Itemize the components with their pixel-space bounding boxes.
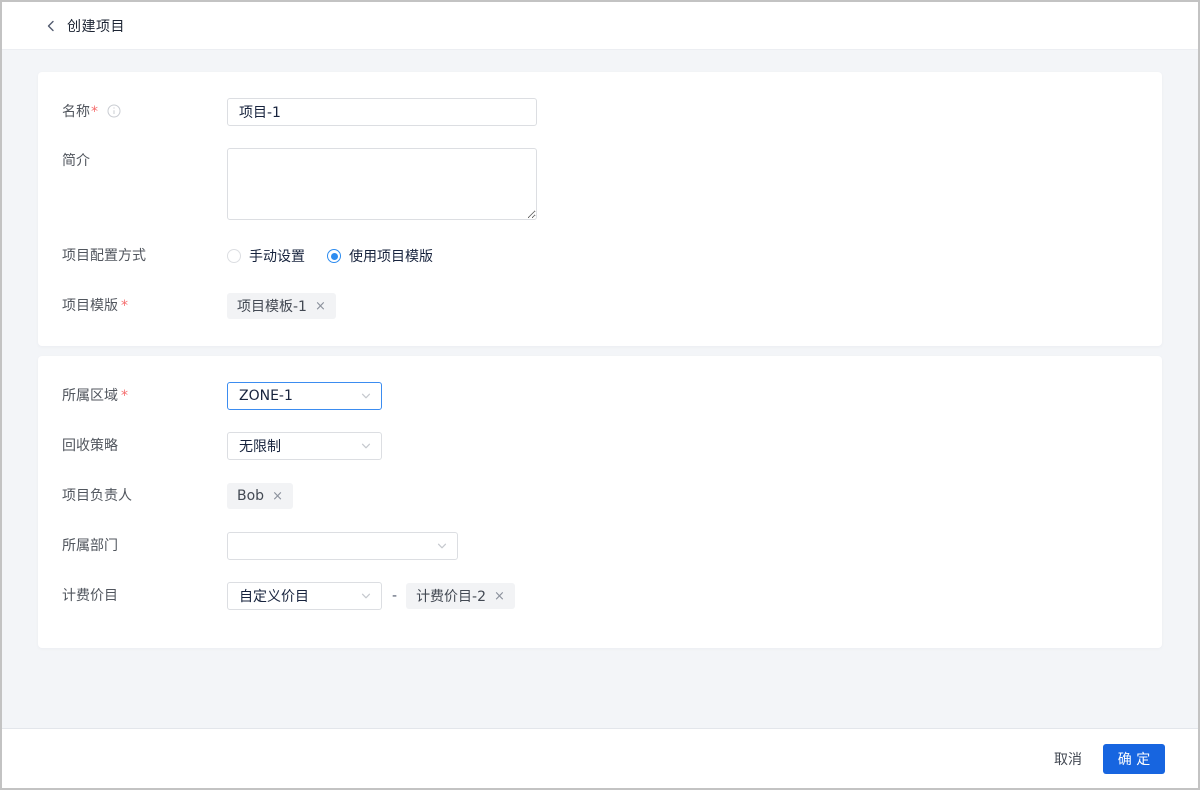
confirm-button[interactable]: 确 定 — [1103, 743, 1165, 774]
config-mode-label: 项目配置方式 — [62, 248, 146, 264]
form-row-intro: 简介 — [62, 148, 1138, 220]
separator-dash: - — [392, 588, 398, 604]
required-asterisk: * — [121, 388, 128, 404]
radio-manual-setup[interactable]: 手动设置 — [227, 246, 305, 266]
card-basic-info: 名称* 简介 项目配置方式 — [38, 72, 1162, 346]
recycle-policy-label: 回收策略 — [62, 438, 118, 454]
required-asterisk: * — [91, 104, 98, 120]
template-tag: 项目模板-1 × — [227, 293, 336, 319]
radio-use-template[interactable]: 使用项目模版 — [327, 246, 433, 266]
name-label: 名称* — [62, 98, 227, 126]
page-header: 创建项目 — [2, 2, 1198, 50]
zone-select-value: ZONE-1 — [239, 388, 293, 404]
billing-select-value: 自定义价目 — [239, 589, 309, 605]
cancel-button[interactable]: 取消 — [1044, 743, 1092, 775]
form-row-department: 所属部门 — [62, 532, 1138, 560]
form-row-billing: 计费价目 自定义价目 - 计费价目-2 × — [62, 582, 1138, 610]
template-tag-label: 项目模板-1 — [237, 299, 307, 315]
remove-tag-icon[interactable]: × — [315, 300, 326, 313]
chevron-down-icon — [361, 393, 371, 399]
owner-tag: Bob × — [227, 483, 293, 509]
billing-tag-label: 计费价目-2 — [416, 589, 487, 605]
info-circle-icon[interactable] — [107, 100, 121, 118]
radio-unchecked-icon — [227, 249, 241, 263]
form-row-config-mode: 项目配置方式 手动设置 使用项目模版 — [62, 242, 1138, 270]
page-footer: 取消 确 定 — [2, 728, 1198, 788]
chevron-down-icon — [361, 593, 371, 599]
template-label: 项目模版 * — [62, 298, 128, 314]
radio-checked-icon — [327, 249, 341, 263]
department-label: 所属部门 — [62, 538, 118, 554]
required-asterisk: * — [121, 298, 128, 314]
form-row-zone: 所属区域 * ZONE-1 — [62, 382, 1138, 410]
billing-select[interactable]: 自定义价目 — [227, 582, 382, 610]
department-select[interactable] — [227, 532, 458, 560]
remove-tag-icon[interactable]: × — [494, 590, 505, 603]
zone-label: 所属区域 * — [62, 388, 128, 404]
page-title: 创建项目 — [67, 18, 125, 35]
card-settings: 所属区域 * ZONE-1 回收策略 无限制 项目负责人 Bob × 所属部门 … — [38, 356, 1162, 648]
form-row-template: 项目模版 * 项目模板-1 × — [62, 292, 1138, 320]
recycle-policy-select[interactable]: 无限制 — [227, 432, 382, 460]
chevron-down-icon — [437, 543, 447, 549]
create-project-page: 创建项目 名称* 简介 — [0, 0, 1200, 790]
owner-label: 项目负责人 — [62, 488, 132, 504]
form-content: 名称* 简介 项目配置方式 — [2, 50, 1198, 728]
chevron-down-icon — [361, 443, 371, 449]
back-button[interactable] — [42, 17, 60, 35]
billing-label: 计费价目 — [62, 588, 118, 604]
chevron-left-icon — [47, 20, 54, 31]
form-row-name: 名称* — [62, 98, 1138, 126]
remove-tag-icon[interactable]: × — [272, 490, 283, 503]
billing-tag: 计费价目-2 × — [406, 583, 515, 609]
name-input[interactable] — [227, 98, 537, 126]
recycle-policy-select-value: 无限制 — [239, 439, 281, 455]
form-row-owner: 项目负责人 Bob × — [62, 482, 1138, 510]
form-row-recycle-policy: 回收策略 无限制 — [62, 432, 1138, 460]
intro-label: 简介 — [62, 153, 90, 169]
zone-select[interactable]: ZONE-1 — [227, 382, 382, 410]
intro-textarea[interactable] — [227, 148, 537, 220]
owner-tag-label: Bob — [237, 488, 265, 504]
